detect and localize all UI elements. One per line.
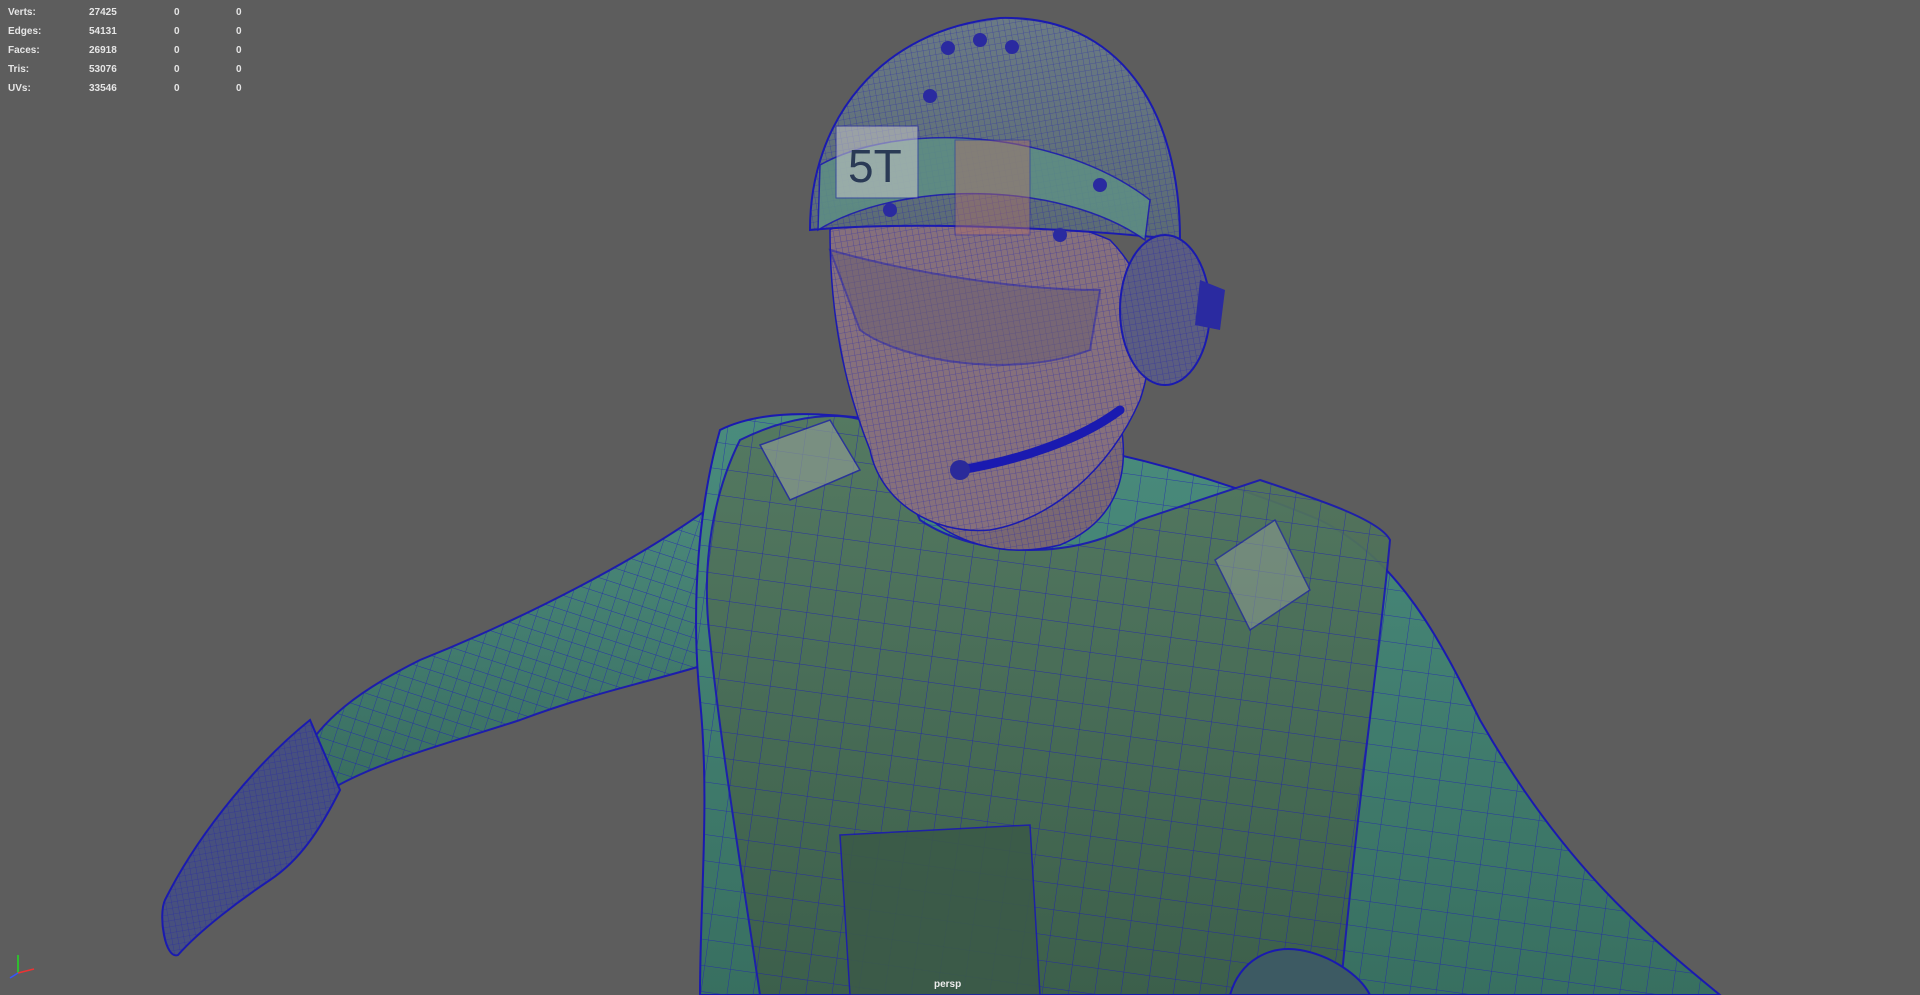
hud-value: 0 xyxy=(236,45,242,56)
hud-value: 0 xyxy=(236,7,242,18)
3d-scene[interactable]: 5T xyxy=(0,0,1920,995)
hud-value: 53076 xyxy=(89,64,117,75)
hud-value: 26918 xyxy=(89,45,117,56)
hud-value: 54131 xyxy=(89,26,117,37)
hud-label: Verts: xyxy=(8,7,36,18)
viewport-panel[interactable]: 5T Verts: 27425 0 0 Edges: 54131 0 0 Fac… xyxy=(0,0,1920,995)
poly-count-hud: Verts: 27425 0 0 Edges: 54131 0 0 Faces:… xyxy=(8,3,268,98)
hud-value: 0 xyxy=(174,83,180,94)
hud-value: 0 xyxy=(236,64,242,75)
hud-row-tris: Tris: 53076 0 0 xyxy=(8,60,268,79)
hud-label: UVs: xyxy=(8,83,31,94)
hud-value: 0 xyxy=(236,26,242,37)
hud-row-faces: Faces: 26918 0 0 xyxy=(8,41,268,60)
hud-value: 0 xyxy=(174,26,180,37)
hud-row-edges: Edges: 54131 0 0 xyxy=(8,22,268,41)
hud-label: Tris: xyxy=(8,64,30,75)
helmet-decal-text: 5T xyxy=(848,140,902,192)
hud-value: 0 xyxy=(236,83,242,94)
left-arm-mesh xyxy=(161,498,721,957)
camera-label: persp xyxy=(934,979,962,990)
hud-label: Edges: xyxy=(8,26,42,37)
hud-label: Faces: xyxy=(8,45,40,56)
hud-value: 0 xyxy=(174,45,180,56)
hud-value: 33546 xyxy=(89,83,117,94)
hud-value: 27425 xyxy=(89,7,117,18)
hud-row-verts: Verts: 27425 0 0 xyxy=(8,3,268,22)
hud-row-uvs: UVs: 33546 0 0 xyxy=(8,79,268,98)
view-axis-gizmo-icon xyxy=(9,955,35,979)
hud-value: 0 xyxy=(174,64,180,75)
hud-value: 0 xyxy=(174,7,180,18)
